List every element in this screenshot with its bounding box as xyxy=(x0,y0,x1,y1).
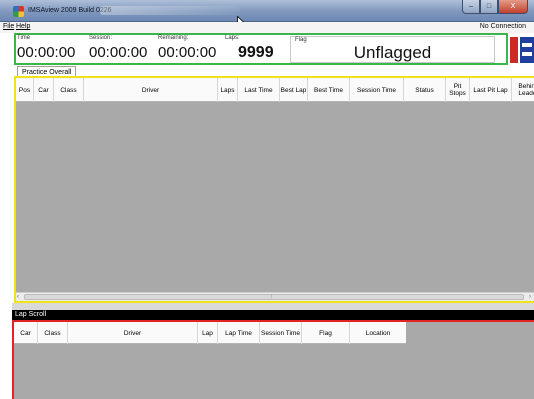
time-value: 00:00:00 xyxy=(17,44,76,61)
scrollbar-thumb[interactable]: ⦙ xyxy=(24,294,524,300)
column-header-best-time[interactable]: Best Time xyxy=(308,78,350,102)
column-header-status[interactable]: Status xyxy=(404,78,446,102)
title-bar-gloss xyxy=(100,6,240,15)
practice-overall-grid[interactable]: Pos Car Class Driver Laps Last Time Best… xyxy=(14,76,534,303)
imsa-logo-stripe xyxy=(522,52,532,56)
imsa-logo-stripe xyxy=(522,43,532,47)
column-header-behind-leader[interactable]: Behind Leader xyxy=(512,78,534,102)
column-header-car[interactable]: Car xyxy=(14,322,38,344)
imsa-logo-blue-bar xyxy=(520,37,534,63)
laps-value: 9999 xyxy=(238,44,274,61)
lap-grid-header: Car Class Driver Lap Lap Time Session Ti… xyxy=(14,322,406,344)
column-header-pit-stops[interactable]: Pit Stops xyxy=(446,78,470,102)
lap-scroll-header: Lap Scroll xyxy=(12,310,534,320)
flag-box: Flag Unflagged xyxy=(290,36,495,63)
scrollbar-grip-icon: ⦙ xyxy=(271,294,273,300)
flag-status: Unflagged xyxy=(353,43,432,62)
column-header-last-pit-lap[interactable]: Last Pit Lap xyxy=(470,78,512,102)
scroll-left-arrow-icon[interactable]: ‹ xyxy=(17,294,19,300)
column-header-lap-time[interactable]: Lap Time xyxy=(218,322,260,344)
column-header-driver[interactable]: Driver xyxy=(68,322,198,344)
practice-grid-header: Pos Car Class Driver Laps Last Time Best… xyxy=(16,78,534,102)
close-button[interactable]: X xyxy=(498,0,528,14)
maximize-button[interactable]: □ xyxy=(480,0,498,14)
column-header-laps[interactable]: Laps xyxy=(218,78,238,102)
panel-splitter[interactable] xyxy=(12,303,534,310)
column-header-lap[interactable]: Lap xyxy=(198,322,218,344)
column-header-class[interactable]: Class xyxy=(54,78,84,102)
column-header-last-time[interactable]: Last Time xyxy=(238,78,280,102)
remaining-value: 00:00:00 xyxy=(158,44,217,61)
title-bar[interactable]: IMSAview 2009 Build 0226 – □ X xyxy=(0,0,534,22)
horizontal-scrollbar[interactable]: ‹ ⦙ › xyxy=(16,292,534,301)
app-icon xyxy=(13,6,24,17)
lap-scroll-grid[interactable]: Car Class Driver Lap Lap Time Session Ti… xyxy=(12,320,534,399)
menu-file[interactable]: File xyxy=(3,23,14,30)
column-header-driver[interactable]: Driver xyxy=(84,78,218,102)
scroll-right-arrow-icon[interactable]: › xyxy=(529,294,531,300)
column-header-location[interactable]: Location xyxy=(350,322,406,344)
imsa-logo-red-bar xyxy=(510,37,518,63)
column-header-session-time[interactable]: Session Time xyxy=(350,78,404,102)
timing-bar: Time 00:00:00 Session: 00:00:00 Remainin… xyxy=(14,33,508,65)
lap-scroll-title: Lap Scroll xyxy=(15,311,47,318)
remaining-label: Remaining: xyxy=(158,35,189,41)
column-header-flag[interactable]: Flag xyxy=(302,322,350,344)
window-title: IMSAview 2009 Build 0226 xyxy=(28,7,112,14)
session-label: Session: xyxy=(89,35,113,41)
column-header-session-time[interactable]: Session Time xyxy=(260,322,302,344)
minimize-button[interactable]: – xyxy=(462,0,480,14)
column-header-best-lap[interactable]: Best Lap xyxy=(280,78,308,102)
laps-label: Laps: xyxy=(225,35,240,41)
menu-help[interactable]: Help xyxy=(16,23,30,30)
column-header-pos[interactable]: Pos xyxy=(16,78,34,102)
imsa-logo xyxy=(508,35,534,65)
window-controls: – □ X xyxy=(462,0,528,16)
time-label: Time xyxy=(17,35,31,41)
connection-status: No Connection xyxy=(479,23,526,30)
session-value: 00:00:00 xyxy=(89,44,148,61)
column-header-car[interactable]: Car xyxy=(34,78,54,102)
menu-bar: File Help No Connection xyxy=(0,22,534,33)
column-header-class[interactable]: Class xyxy=(38,322,68,344)
